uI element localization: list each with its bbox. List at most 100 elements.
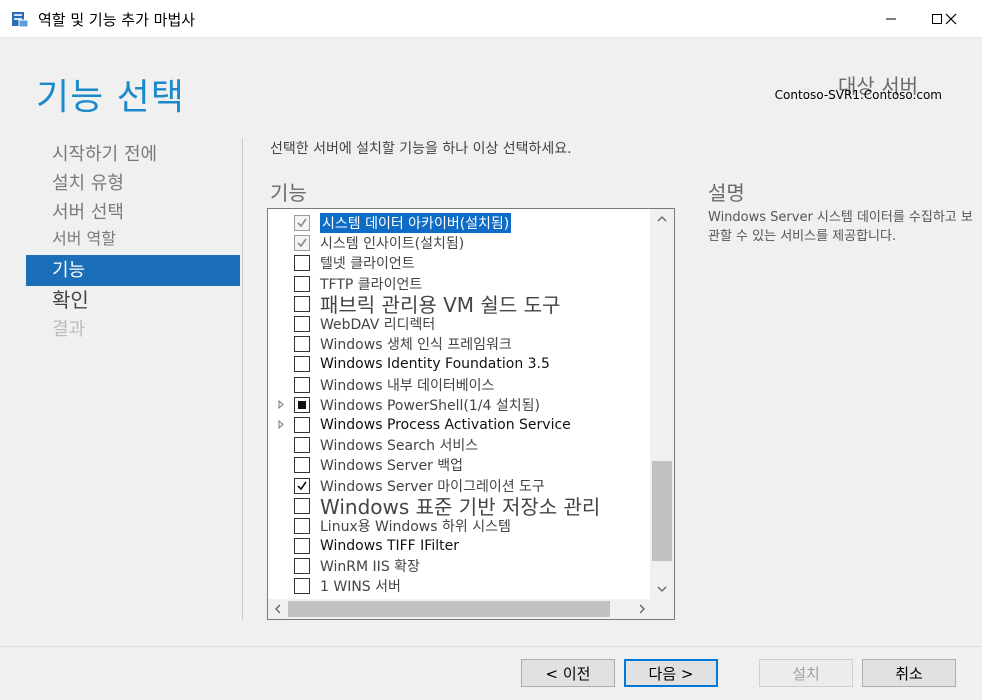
cancel-button[interactable]: 취소: [862, 659, 956, 687]
scroll-up-button[interactable]: [650, 209, 674, 229]
feature-label: Windows 생체 인식 프레임워크: [320, 337, 512, 354]
expand-spacer: [268, 536, 294, 556]
feature-label: Windows Process Activation Service: [320, 416, 571, 433]
expand-spacer: [268, 274, 294, 294]
feature-checkbox[interactable]: [294, 538, 310, 555]
scroll-left-button[interactable]: [268, 599, 288, 619]
feature-row[interactable]: Windows 내부 데이터베이스: [268, 375, 650, 395]
chevron-down-icon: [657, 586, 667, 592]
feature-label: Windows Server 백업: [320, 458, 464, 475]
feature-label: Windows Search 서비스: [320, 438, 479, 455]
feature-row[interactable]: Windows Process Activation Service: [268, 415, 650, 435]
expand-spacer: [268, 253, 294, 273]
feature-label: WinRM IIS 확장: [320, 559, 420, 576]
expand-spacer: [268, 516, 294, 536]
window-title: 역할 및 기능 추가 마법사: [38, 11, 196, 29]
feature-row[interactable]: Windows Search 서비스: [268, 435, 650, 455]
feature-label: Windows Identity Foundation 3.5: [320, 356, 550, 373]
scroll-right-button[interactable]: [632, 599, 652, 619]
expand-spacer: [268, 354, 294, 374]
feature-label: Linux용 Windows 하위 시스템: [320, 518, 511, 535]
expand-spacer: [268, 455, 294, 475]
feature-checkbox[interactable]: [294, 275, 310, 292]
expand-spacer: [268, 476, 294, 496]
minimize-button[interactable]: [868, 0, 914, 38]
expand-spacer: [268, 556, 294, 576]
feature-row[interactable]: 패브릭 관리용 VM 쉴드 도구: [268, 293, 650, 317]
feature-label: 1 WINS 서버: [320, 579, 401, 596]
feature-checkbox[interactable]: [294, 457, 310, 474]
feature-checkbox[interactable]: [294, 477, 310, 494]
instruction-text: 선택한 서버에 설치할 기능을 하나 이상 선택하세요.: [270, 141, 572, 157]
feature-checkbox[interactable]: [294, 376, 310, 393]
feature-row[interactable]: Windows Server 백업: [268, 455, 650, 475]
features-list[interactable]: 시스템 데이터 아카이버(설치됨) 시스템 인사이트(설치됨) 텔넷 클라이언트 TF…: [267, 208, 675, 620]
vertical-scroll-thumb[interactable]: [652, 461, 672, 561]
expand-arrow-icon[interactable]: [268, 415, 294, 435]
next-button[interactable]: 다음 >: [624, 659, 718, 687]
nav-item-before-you-begin[interactable]: 시작하기 전에: [26, 140, 240, 169]
feature-checkbox: [294, 215, 310, 232]
features-heading: 기능: [270, 181, 307, 205]
vertical-scrollbar[interactable]: [650, 209, 674, 599]
previous-button[interactable]: < 이전: [521, 659, 615, 687]
nav-item-features[interactable]: 기능: [26, 255, 240, 286]
feature-row[interactable]: 텔넷 클라이언트: [268, 253, 650, 273]
feature-checkbox: [294, 235, 310, 252]
title-bar: 역할 및 기능 추가 마법사: [0, 0, 982, 38]
install-button: 설치: [759, 659, 853, 687]
feature-checkbox[interactable]: [294, 316, 310, 333]
expand-spacer: [268, 496, 294, 516]
feature-row[interactable]: Windows 생체 인식 프레임워크: [268, 334, 650, 354]
feature-checkbox[interactable]: [294, 295, 310, 312]
horizontal-scrollbar[interactable]: [268, 599, 652, 619]
nav-item-installation-type[interactable]: 설치 유형: [26, 169, 240, 198]
feature-checkbox[interactable]: [294, 578, 310, 595]
feature-row[interactable]: Windows TIFF IFilter: [268, 536, 650, 556]
feature-label: Windows 내부 데이터베이스: [320, 377, 495, 394]
feature-checkbox[interactable]: [294, 437, 310, 454]
feature-row[interactable]: Linux용 Windows 하위 시스템: [268, 516, 650, 536]
minimize-icon: [886, 18, 896, 20]
expand-spacer: [268, 435, 294, 455]
feature-checkbox[interactable]: [294, 497, 310, 514]
feature-checkbox[interactable]: [294, 396, 310, 413]
nav-item-confirmation[interactable]: 확인: [26, 286, 240, 315]
feature-row[interactable]: WinRM IIS 확장: [268, 556, 650, 576]
feature-row[interactable]: Windows 표준 기반 저장소 관리: [268, 495, 650, 519]
feature-row[interactable]: 1 WINS 서버: [268, 576, 650, 596]
nav-item-server-selection[interactable]: 서버 선택: [26, 198, 240, 227]
server-manager-icon: [12, 12, 29, 28]
chevron-up-icon: [657, 216, 667, 222]
feature-checkbox[interactable]: [294, 517, 310, 534]
expand-spacer: [268, 294, 294, 314]
feature-checkbox[interactable]: [294, 558, 310, 575]
feature-checkbox[interactable]: [294, 336, 310, 353]
footer-divider: [0, 646, 982, 647]
features-list-rows: 시스템 데이터 아카이버(설치됨) 시스템 인사이트(설치됨) 텔넷 클라이언트 TF…: [268, 213, 650, 597]
nav-divider: [242, 138, 243, 620]
close-button[interactable]: [928, 0, 974, 38]
feature-checkbox[interactable]: [294, 416, 310, 433]
feature-label: 시스템 인사이트(설치됨): [320, 236, 465, 253]
scroll-down-button[interactable]: [650, 579, 674, 599]
feature-row[interactable]: Windows Identity Foundation 3.5: [268, 354, 650, 374]
page-title: 기능 선택: [36, 77, 185, 118]
expand-spacer: [268, 233, 294, 253]
feature-row[interactable]: WebDAV 리디렉터: [268, 314, 650, 334]
feature-checkbox[interactable]: [294, 255, 310, 272]
scrollbar-corner: [650, 599, 674, 619]
target-server-name: Contoso-SVR1.Contoso.com: [774, 88, 942, 102]
expand-spacer: [268, 334, 294, 354]
feature-checkbox[interactable]: [294, 356, 310, 373]
close-icon: [945, 13, 957, 25]
feature-row[interactable]: Windows PowerShell(1/4 설치됨): [268, 395, 650, 415]
nav-item-server-roles[interactable]: 서버 역할: [26, 227, 240, 251]
feature-row[interactable]: 시스템 데이터 아카이버(설치됨): [268, 213, 650, 234]
chevron-left-icon: [275, 604, 281, 614]
expand-arrow-icon[interactable]: [268, 395, 294, 415]
feature-row[interactable]: 시스템 인사이트(설치됨): [268, 233, 650, 253]
expand-spacer: [268, 576, 294, 596]
horizontal-scroll-thumb[interactable]: [288, 601, 610, 617]
expand-spacer: [268, 375, 294, 395]
